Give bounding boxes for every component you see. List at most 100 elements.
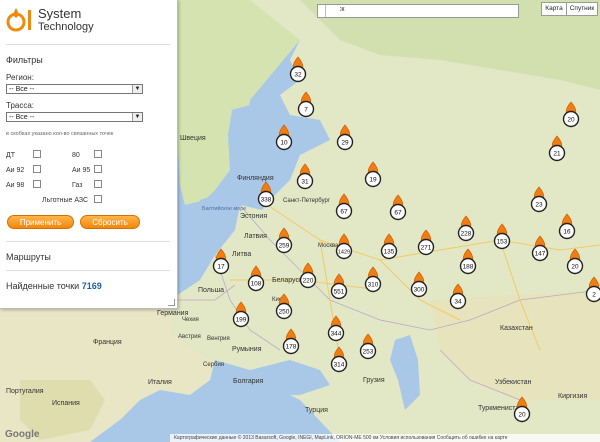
map-label: Грузия <box>363 377 385 384</box>
reset-button[interactable]: Сбросить <box>80 215 140 229</box>
map-label: Франция <box>93 339 122 346</box>
map-label: Беларусь <box>272 277 303 284</box>
map-label: Чехия <box>182 317 199 323</box>
map-label: Германия <box>157 310 189 317</box>
map-label: Финляндия <box>237 175 274 182</box>
fuel-label-ai92: Аи 92 <box>6 167 25 174</box>
routes-link[interactable]: Маршруты <box>6 252 51 262</box>
fuel-checkbox-gas[interactable] <box>94 180 102 188</box>
map-label: Турция <box>305 407 328 414</box>
fuel-checkbox-80[interactable] <box>94 150 102 158</box>
fuel-checkbox-ai92[interactable] <box>33 165 41 173</box>
map-label: Австрия <box>178 334 201 340</box>
cluster-count: 259 <box>279 243 290 250</box>
cluster-count: 7 <box>304 107 308 114</box>
found-count: 7169 <box>81 281 102 291</box>
cluster-count: 20 <box>571 264 579 271</box>
resize-handle-icon[interactable] <box>168 299 175 306</box>
fuel-checkbox-dt[interactable] <box>33 150 41 158</box>
fuel-checkbox-ai98[interactable] <box>33 180 41 188</box>
map-label: Санкт-Петербург <box>283 198 331 204</box>
map-type-map-button[interactable]: Карта <box>541 2 567 16</box>
cluster-count: 23 <box>535 202 543 209</box>
map-label: Швеция <box>180 135 206 142</box>
cluster-count: 220 <box>303 278 314 285</box>
cluster-count: 10 <box>280 140 288 147</box>
cluster-count: 34 <box>454 299 462 306</box>
map-label: Литва <box>232 251 251 258</box>
cluster-count: 344 <box>331 331 342 338</box>
cluster-count: 228 <box>461 231 472 238</box>
map-attribution: Картографические данные © 2013 Basarsoft… <box>170 434 600 442</box>
cluster-count: 300 <box>414 287 425 294</box>
dropdown-arrow-icon: ▼ <box>132 113 142 121</box>
cluster-count: 338 <box>261 197 272 204</box>
cluster-count: 310 <box>368 282 379 289</box>
preferential-label: Льготные АЗС <box>42 197 89 204</box>
filter-hint: в скобках указано кол-во связанных точек <box>6 131 114 137</box>
map-label: Латвия <box>244 233 267 240</box>
oil-drop-logo-icon <box>6 8 31 32</box>
map-label: Казахстан <box>500 325 533 332</box>
cluster-count: 2 <box>592 292 596 299</box>
cluster-count: 32 <box>294 72 302 79</box>
region-label: Регион: <box>6 73 34 82</box>
filter-panel: System Technology Фильтры Регион: -- Все… <box>0 0 178 309</box>
cluster-count: 19 <box>369 177 377 184</box>
map-label: Испания <box>52 400 80 407</box>
map-label: Польша <box>198 287 224 294</box>
found-points: Найденные точки 7169 <box>6 281 102 291</box>
cluster-count: 67 <box>340 209 348 216</box>
fuel-checkbox-ai95[interactable] <box>94 165 102 173</box>
map-label: Италия <box>148 379 172 386</box>
map-label: Болгария <box>233 378 264 385</box>
map-search-box[interactable]: Поиск <box>317 4 519 18</box>
cluster-count: 21 <box>553 151 561 158</box>
map-label: Узбекистан <box>495 378 532 386</box>
cluster-count: 17 <box>217 264 225 271</box>
map-label: Сербия <box>203 362 224 368</box>
cluster-count: 1429 <box>338 250 350 256</box>
google-logo: Google <box>5 429 40 440</box>
cluster-count: 29 <box>341 140 349 147</box>
apply-button[interactable]: Применить <box>7 215 74 229</box>
brand-subtitle: Technology <box>38 21 94 33</box>
map-label: Киргизия <box>558 393 587 400</box>
map-label: Москва <box>318 243 339 249</box>
filters-heading: Фильтры <box>6 55 43 65</box>
road-label: Трасса: <box>6 101 35 110</box>
preferential-checkbox[interactable] <box>94 195 102 203</box>
map-label: Румыния <box>232 346 262 353</box>
cluster-count: 153 <box>497 239 508 246</box>
cluster-count: 178 <box>286 344 297 351</box>
fuel-label-ai98: Аи 98 <box>6 182 25 189</box>
cluster-count: 20 <box>518 412 526 419</box>
cluster-count: 199 <box>236 317 247 324</box>
cluster-count: 253 <box>363 349 374 356</box>
cluster-count: 271 <box>421 245 432 252</box>
cluster-count: 188 <box>463 264 474 271</box>
cluster-count: 31 <box>301 179 309 186</box>
cluster-count: 147 <box>535 251 546 258</box>
fuel-label-gas: Газ <box>72 182 83 189</box>
cluster-count: 16 <box>563 229 571 236</box>
brand-logo: System Technology <box>6 4 106 38</box>
map-label: Португалия <box>6 388 44 395</box>
dropdown-arrow-icon: ▼ <box>132 85 142 93</box>
cluster-count: 67 <box>394 210 402 217</box>
fuel-label-dt: ДТ <box>6 152 16 159</box>
cluster-count: 250 <box>279 309 290 316</box>
search-button[interactable] <box>325 5 340 17</box>
cluster-count: 314 <box>334 362 345 369</box>
map-label: Балтийское море <box>202 205 246 212</box>
cluster-count: 108 <box>251 281 262 288</box>
map-label: Венгрия <box>207 336 230 342</box>
cluster-count: 551 <box>334 289 345 296</box>
map-label: Эстония <box>240 213 267 220</box>
map-type-satellite-button[interactable]: Спутник <box>566 2 598 16</box>
cluster-count: 20 <box>567 117 575 124</box>
cluster-count: 135 <box>384 249 395 256</box>
road-select[interactable]: -- Все -- ▼ <box>6 112 143 122</box>
region-select[interactable]: -- Все -- ▼ <box>6 84 143 94</box>
fuel-label-80: 80 <box>72 152 80 159</box>
